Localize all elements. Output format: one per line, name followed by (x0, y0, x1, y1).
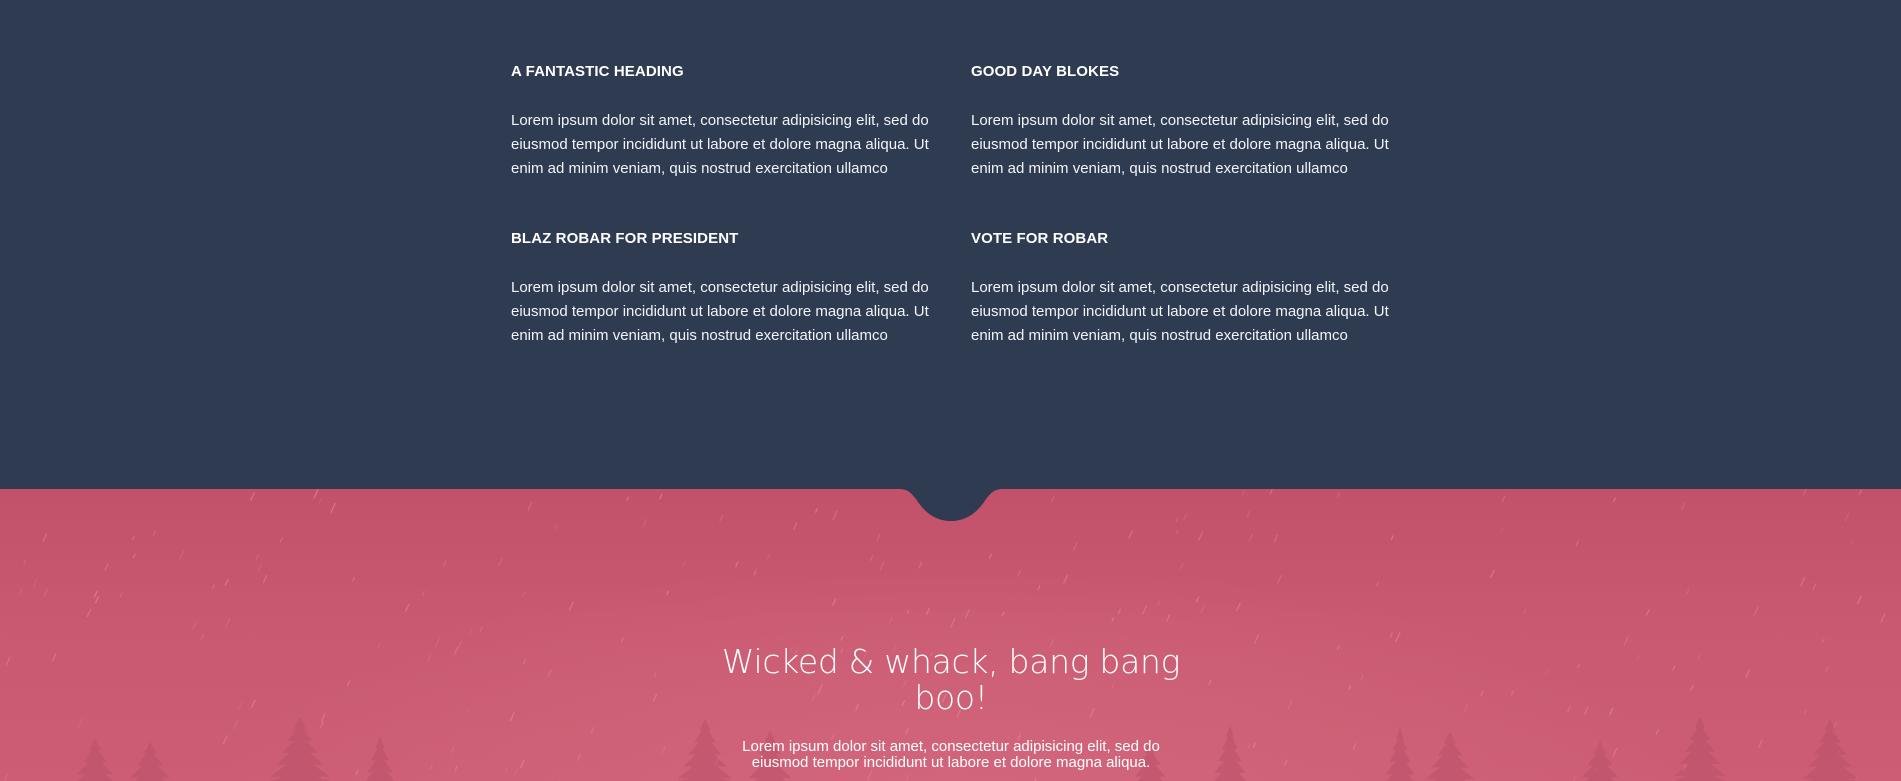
feature-heading: VOTE FOR ROBAR (971, 230, 1109, 247)
feature-heading: GOOD DAY BLOKES (971, 63, 1120, 80)
hero-title: Wicked & whack, bang bang boo! (721, 642, 1181, 717)
feature-block: VOTE FOR ROBAR Lorem ipsum dolor sit ame… (971, 230, 1396, 348)
feature-text: Lorem ipsum dolor sit amet, consectetur … (971, 279, 1389, 344)
feature-text: Lorem ipsum dolor sit amet, consectetur … (971, 112, 1389, 177)
feature-block: A FANTASTIC HEADING Lorem ipsum dolor si… (511, 63, 936, 181)
feature-text: Lorem ipsum dolor sit amet, consectetur … (511, 112, 929, 177)
feature-block: BLAZ ROBAR FOR PRESIDENT Lorem ipsum dol… (511, 230, 936, 348)
page: A FANTASTIC HEADING Lorem ipsum dolor si… (0, 0, 1901, 781)
feature-heading: A FANTASTIC HEADING (511, 63, 684, 80)
feature-heading: BLAZ ROBAR FOR PRESIDENT (511, 230, 739, 247)
feature-text: Lorem ipsum dolor sit amet, consectetur … (511, 279, 929, 344)
hero-text: Lorem ipsum dolor sit amet, consectetur … (742, 738, 1160, 771)
hero-section: Wicked & whack, bang bang boo! Lorem ips… (0, 489, 1901, 781)
section-divider-notch (890, 487, 1012, 521)
feature-block: GOOD DAY BLOKES Lorem ipsum dolor sit am… (971, 63, 1396, 181)
features-section: A FANTASTIC HEADING Lorem ipsum dolor si… (0, 0, 1901, 489)
